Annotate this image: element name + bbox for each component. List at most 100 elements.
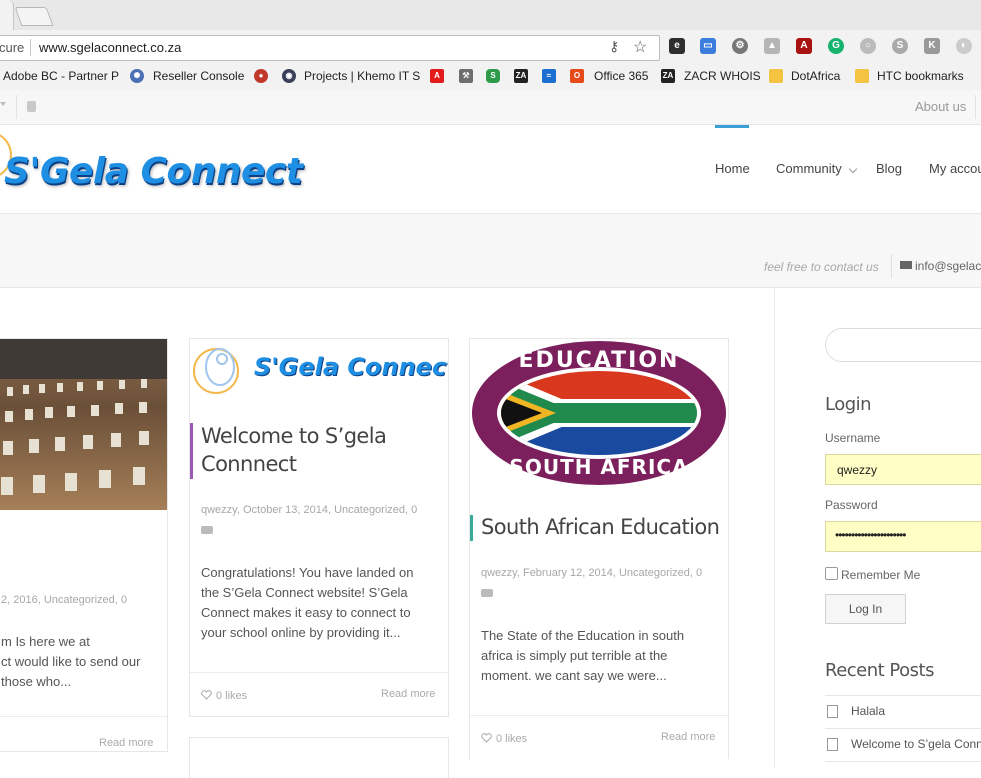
excerpt-line: africa is simply put terrible at the bbox=[481, 648, 668, 663]
excerpt-line: Congratulations! You have landed on bbox=[201, 565, 414, 580]
post-image-sgela-logo[interactable]: S'Gela Connect bbox=[190, 339, 448, 399]
dropdown-caret-icon[interactable] bbox=[0, 102, 6, 106]
site-header: S'Gela Connect Home Community Blog My ac… bbox=[0, 125, 981, 214]
evernote-icon[interactable]: e bbox=[669, 38, 685, 54]
heart-icon[interactable] bbox=[201, 690, 212, 700]
read-more-link[interactable]: Read more bbox=[381, 688, 435, 700]
remember-me-label[interactable]: Remember Me bbox=[841, 568, 920, 582]
post-excerpt: The State of the Education in south afri… bbox=[481, 626, 684, 686]
post-title-line[interactable]: Welcome to S’gela bbox=[201, 422, 387, 450]
address-bar[interactable]: cure www.sgelaconnect.co.za ⚷ ☆ bbox=[0, 35, 660, 61]
khemo-icon: ◉ bbox=[282, 69, 296, 83]
divider bbox=[891, 254, 892, 278]
site-logo[interactable]: S'Gela Connect bbox=[4, 151, 303, 192]
comments-icon bbox=[201, 526, 213, 534]
bookmark-star-icon[interactable]: ☆ bbox=[633, 37, 647, 57]
grammarly-icon[interactable]: G bbox=[828, 38, 844, 54]
post-title-line[interactable]: Connnect bbox=[201, 450, 386, 478]
likes-text: 0 likes bbox=[496, 733, 528, 745]
likes-counter[interactable]: 0 likes bbox=[201, 689, 247, 702]
post-card: 2, 2016, Uncategorized, 0 m Is here we a… bbox=[0, 338, 168, 752]
post-title[interactable]: Welcome to S’gela Connnect bbox=[201, 422, 387, 478]
bookmark-projects-khemo[interactable]: Projects | Khemo IT S bbox=[304, 69, 420, 83]
new-tab-button[interactable] bbox=[14, 7, 54, 26]
username-field[interactable]: qwezzy bbox=[825, 454, 981, 485]
bookmark-reseller-console[interactable]: Reseller Console bbox=[153, 69, 244, 83]
bookmark-zacr-whois[interactable]: ZACR WHOIS bbox=[684, 69, 761, 83]
divider bbox=[975, 95, 976, 119]
divider bbox=[190, 672, 448, 673]
site-top-bar: About us bbox=[0, 90, 981, 125]
bookmark-office365[interactable]: Office 365 bbox=[594, 69, 648, 83]
adobe-icon[interactable]: A bbox=[430, 69, 444, 83]
settings-gear-icon[interactable]: ⚙ bbox=[732, 38, 748, 54]
post-title[interactable]: South African Education bbox=[481, 513, 720, 541]
bookmark-tool-icon[interactable]: ⚒ bbox=[459, 69, 473, 83]
folder-icon bbox=[855, 69, 869, 83]
post-image-logo-text: S'Gela Connect bbox=[254, 353, 448, 381]
bookmark-adobe-bc[interactable]: Adobe BC - Partner P bbox=[3, 69, 119, 83]
post-image-exam-hall[interactable] bbox=[0, 339, 167, 510]
bookmark-htc[interactable]: HTC bookmarks bbox=[877, 69, 964, 83]
zacr-icon[interactable]: ZA bbox=[514, 69, 528, 83]
recent-post-link[interactable]: Welcome to S’gela Conn bbox=[851, 737, 981, 751]
drive-icon[interactable]: ▲ bbox=[764, 38, 780, 54]
search-input[interactable] bbox=[825, 328, 981, 362]
excerpt-line: Connect makes it easy to connect to bbox=[201, 605, 411, 620]
title-accent-bar bbox=[470, 515, 473, 541]
pdf-icon[interactable]: A bbox=[796, 38, 812, 54]
nav-community[interactable]: Community bbox=[776, 161, 842, 176]
recent-posts-heading: Recent Posts bbox=[825, 660, 934, 681]
recent-post-link[interactable]: Halala bbox=[851, 704, 885, 718]
document-icon bbox=[827, 738, 838, 751]
divider bbox=[470, 715, 728, 716]
bookmark-zz-icon[interactable]: ≈ bbox=[542, 69, 556, 83]
excerpt-line: moment. we cant say we were... bbox=[481, 668, 667, 683]
extension-circle-icon[interactable]: ○ bbox=[860, 38, 876, 54]
extension-card-icon[interactable]: ▭ bbox=[700, 38, 716, 54]
password-field[interactable]: •••••••••••••••••••••• bbox=[825, 521, 981, 552]
nav-home[interactable]: Home bbox=[715, 161, 750, 176]
title-accent-bar bbox=[190, 423, 193, 479]
reseller-icon: ✺ bbox=[130, 69, 144, 83]
zacr-whois-icon: ZA bbox=[661, 69, 675, 83]
skype-icon[interactable]: S bbox=[892, 38, 908, 54]
divider bbox=[825, 695, 981, 696]
contact-strip: feel free to contact us info@sgelac bbox=[0, 214, 981, 288]
k-extension-icon[interactable]: K bbox=[924, 38, 940, 54]
excerpt-line: those who... bbox=[1, 674, 72, 689]
heart-icon[interactable] bbox=[481, 733, 492, 743]
browser-tab-strip bbox=[0, 0, 981, 30]
excerpt-line: ct would like to send our bbox=[1, 654, 141, 669]
about-us-link[interactable]: About us bbox=[915, 99, 966, 114]
chevron-down-icon bbox=[848, 164, 858, 174]
excerpt-line: m Is here we at bbox=[1, 634, 90, 649]
bookmark-s-icon[interactable]: S bbox=[486, 69, 500, 83]
post-card: S'Gela Connect Welcome to S’gela Connnec… bbox=[189, 338, 449, 717]
youtube-icon[interactable] bbox=[27, 101, 36, 112]
contact-email-link[interactable]: info@sgelac bbox=[915, 259, 981, 273]
remember-me-checkbox[interactable] bbox=[825, 567, 838, 580]
key-icon[interactable]: ⚷ bbox=[609, 38, 619, 55]
badge-text-bottom: SOUTH AFRICA bbox=[509, 455, 688, 479]
extension-gray-icon[interactable]: ◐ bbox=[956, 38, 972, 54]
nav-my-account[interactable]: My accou bbox=[929, 161, 981, 176]
post-image-education-sa[interactable]: EDUCATION SOUTH AFRICA bbox=[470, 339, 728, 485]
post-card: EDUCATION SOUTH AFRICA South African Edu… bbox=[469, 338, 729, 759]
read-more-link[interactable]: Read more bbox=[99, 737, 153, 749]
nav-active-indicator bbox=[715, 125, 749, 128]
divider bbox=[825, 761, 981, 762]
post-excerpt: m Is here we at ct would like to send ou… bbox=[1, 632, 140, 692]
nav-blog[interactable]: Blog bbox=[876, 161, 902, 176]
bookmark-red-icon[interactable]: ● bbox=[254, 69, 268, 83]
likes-counter[interactable]: 0 likes bbox=[481, 732, 527, 745]
read-more-link[interactable]: Read more bbox=[661, 731, 715, 743]
sidebar-divider bbox=[774, 288, 775, 768]
bookmark-dotafrica[interactable]: DotAfrica bbox=[791, 69, 840, 83]
username-label: Username bbox=[825, 431, 881, 445]
excerpt-line: The State of the Education in south bbox=[481, 628, 685, 643]
browser-tab[interactable] bbox=[0, 0, 14, 30]
login-button[interactable]: Log In bbox=[825, 594, 906, 624]
excerpt-line: your school online by providing it... bbox=[201, 625, 401, 640]
url-text[interactable]: www.sgelaconnect.co.za bbox=[39, 40, 181, 55]
